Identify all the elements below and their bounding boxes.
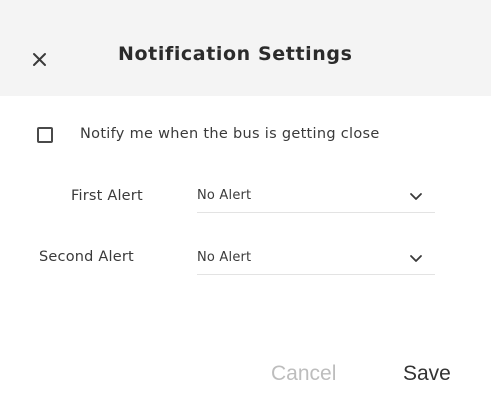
notify-checkbox[interactable] <box>37 127 53 143</box>
save-button[interactable]: Save <box>403 362 451 386</box>
first-alert-label: First Alert <box>71 188 143 204</box>
second-alert-select[interactable]: No Alert <box>197 246 435 275</box>
first-alert-select[interactable]: No Alert <box>197 184 435 213</box>
notify-checkbox-label[interactable]: Notify me when the bus is getting close <box>80 126 380 142</box>
chevron-down-icon <box>409 192 423 202</box>
second-alert-label: Second Alert <box>39 249 134 265</box>
chevron-down-icon <box>409 254 423 264</box>
dialog-title: Notification Settings <box>118 43 353 65</box>
dialog-header: Notification Settings <box>0 0 491 96</box>
second-alert-value: No Alert <box>197 250 252 265</box>
close-button[interactable] <box>28 48 52 72</box>
close-icon <box>33 53 46 66</box>
notification-settings-dialog: Notification Settings Notify me when the… <box>0 0 491 419</box>
cancel-button[interactable]: Cancel <box>271 362 336 386</box>
dialog-body: Notify me when the bus is getting close … <box>0 96 491 419</box>
first-alert-value: No Alert <box>197 188 252 203</box>
